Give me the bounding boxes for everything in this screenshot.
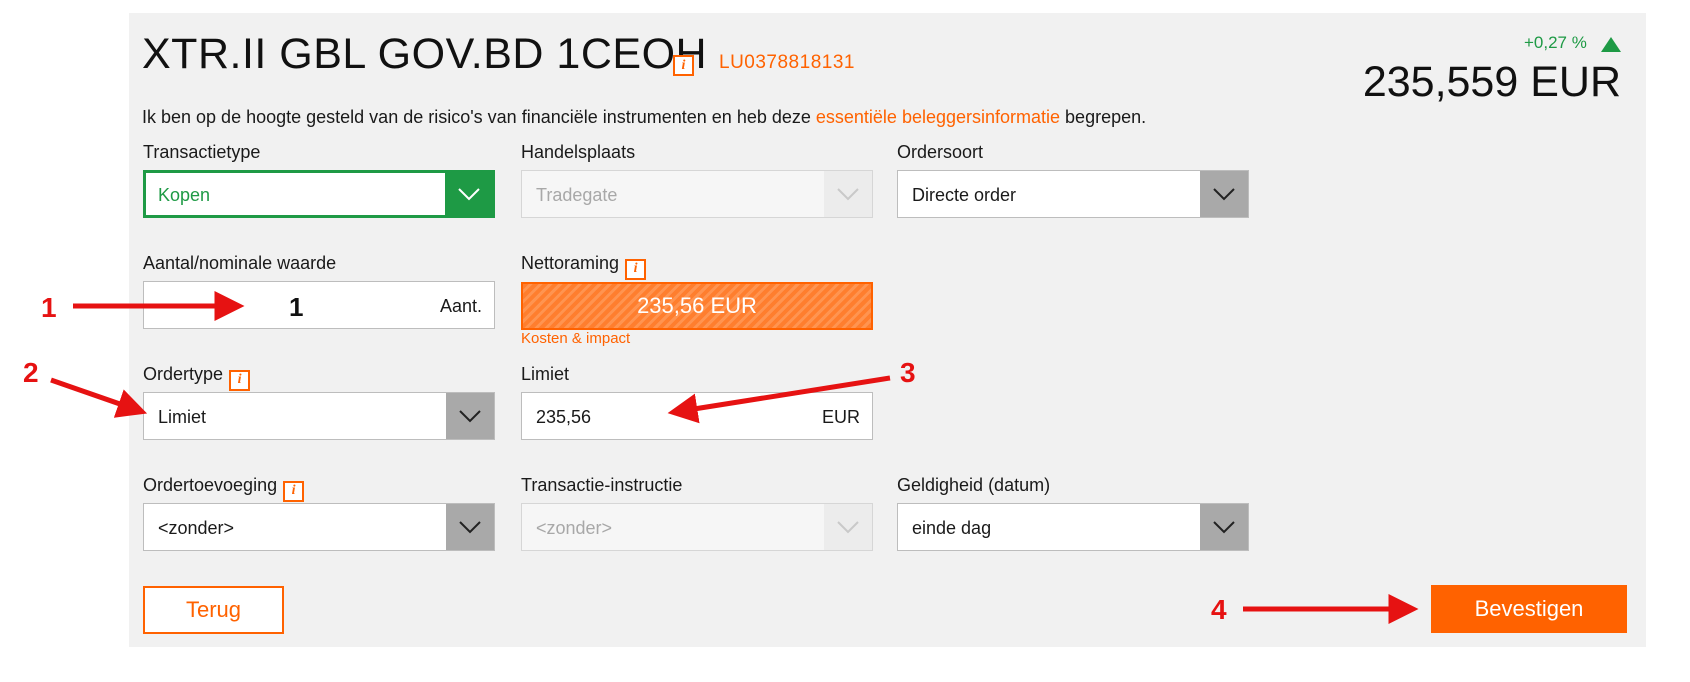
arrow-2 [50,377,148,418]
arrow-3 [667,375,891,424]
annotation-arrows [50,291,1419,624]
